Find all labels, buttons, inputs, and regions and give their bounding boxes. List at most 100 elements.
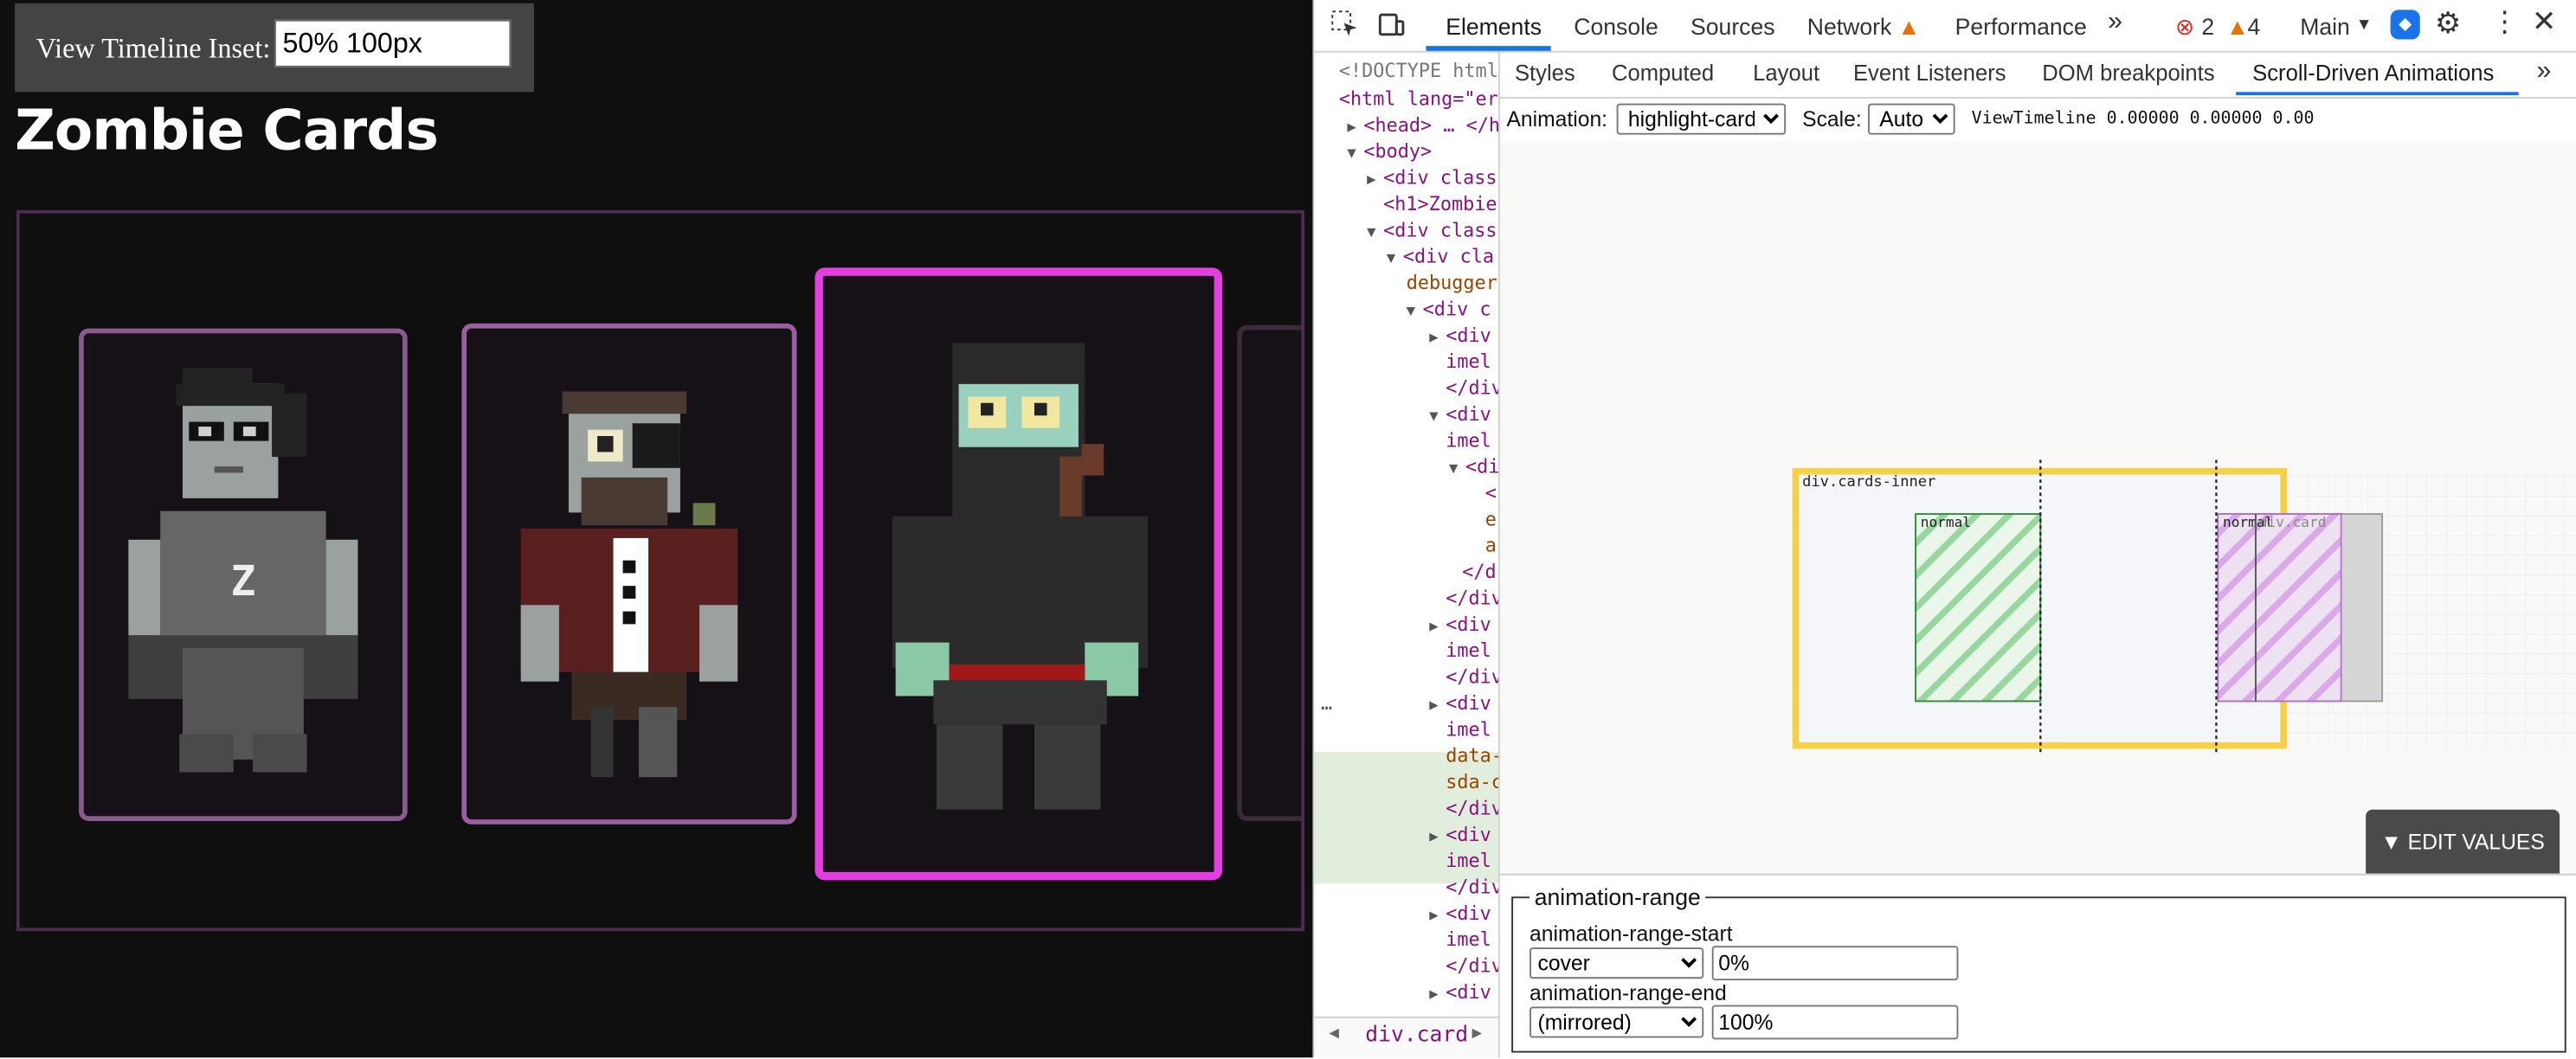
- dom-line[interactable]: sda-c: [1446, 768, 1498, 794]
- tab-performance[interactable]: Performance: [1955, 13, 2087, 39]
- animation-range-legend: animation-range: [1530, 883, 1706, 910]
- dom-line[interactable]: ▶ <div: [1429, 979, 1491, 1004]
- dom-line[interactable]: </d: [1462, 558, 1496, 584]
- more-tabs-button[interactable]: »: [2108, 8, 2122, 37]
- dom-line-selected[interactable]: ▶ <div: [1429, 690, 1491, 716]
- animation-toolbar: Animation: highlight-card Scale: Auto Vi…: [1500, 99, 2576, 141]
- warning-count: 4: [2247, 13, 2261, 40]
- dom-line[interactable]: imel: [1446, 847, 1491, 873]
- inspect-element-icon[interactable]: [1330, 10, 1360, 44]
- zombie-card[interactable]: Z: [79, 328, 408, 822]
- error-count: 2: [2201, 13, 2215, 40]
- breadcrumb-item[interactable]: div.card: [1365, 1023, 1468, 1047]
- dom-line[interactable]: data-: [1446, 742, 1500, 768]
- zombie-card[interactable]: [461, 323, 797, 825]
- dom-line[interactable]: <h1>Zombie: [1383, 190, 1497, 216]
- dom-line[interactable]: ▼ <div class: [1367, 217, 1497, 243]
- range-end-offset-input[interactable]: [1711, 1004, 1959, 1040]
- dom-attr: debugger: [1406, 271, 1497, 294]
- active-subtab-indicator: [2236, 92, 2519, 96]
- range-start-offset-input[interactable]: [1711, 946, 1959, 981]
- sidebar-tabs: Styles Computed Layout Event Listeners D…: [1499, 51, 2576, 99]
- dom-line[interactable]: </div: [1446, 585, 1498, 611]
- dom-line[interactable]: <: [1485, 479, 1497, 505]
- dom-line[interactable]: ▶ <div: [1429, 611, 1491, 637]
- warning-icon[interactable]: ▲: [2226, 13, 2249, 39]
- tab-scroll-driven-animations[interactable]: Scroll-Driven Animations: [2252, 61, 2494, 85]
- inset-input[interactable]: [274, 19, 512, 67]
- dom-line[interactable]: imel: [1446, 637, 1491, 663]
- breadcrumb-scroll-right-icon[interactable]: ▶: [1472, 1024, 1482, 1043]
- error-icon[interactable]: ⊗: [2175, 13, 2194, 41]
- ai-assistance-icon[interactable]: [2389, 8, 2422, 46]
- dom-tag: </d: [1462, 560, 1497, 583]
- range-start-name-select[interactable]: cover: [1530, 947, 1704, 979]
- dom-line[interactable]: <html lang="er: [1339, 86, 1498, 112]
- dom-line[interactable]: </div: [1446, 375, 1498, 401]
- dom-attr: data-: [1446, 743, 1500, 767]
- dom-line[interactable]: a: [1485, 532, 1497, 558]
- dom-line[interactable]: ▶ <head> … </h: [1347, 112, 1500, 138]
- zombie-card[interactable]: [1237, 324, 1302, 822]
- dom-line[interactable]: imel: [1446, 926, 1491, 952]
- dom-line[interactable]: ▼ <di: [1449, 453, 1498, 479]
- dom-line[interactable]: imel: [1446, 427, 1491, 452]
- close-icon[interactable]: ✕: [2532, 5, 2557, 40]
- node-actions-ellipsis[interactable]: …: [1321, 690, 1332, 716]
- dom-line[interactable]: debugger: [1407, 269, 1497, 295]
- dom-line[interactable]: </div: [1446, 795, 1500, 821]
- settings-gear-icon[interactable]: ⚙: [2435, 7, 2462, 42]
- dom-line[interactable]: ▼ <body>: [1347, 138, 1432, 164]
- dom-line[interactable]: ▼ <div cla: [1387, 243, 1494, 269]
- tab-computed[interactable]: Computed: [1612, 61, 1714, 85]
- main-target-select[interactable]: Main: [2300, 13, 2350, 39]
- range-start-box: [1915, 513, 2042, 703]
- tab-styles[interactable]: Styles: [1515, 61, 1575, 85]
- dom-line[interactable]: ▼ <div: [1429, 401, 1491, 427]
- dom-line[interactable]: imel: [1446, 716, 1491, 742]
- dom-tag: </div: [1446, 953, 1500, 978]
- chevron-down-icon: ▼: [2355, 16, 2373, 35]
- tab-event-listeners[interactable]: Event Listeners: [1853, 61, 2006, 85]
- tab-sources[interactable]: Sources: [1690, 13, 1774, 39]
- tab-layout[interactable]: Layout: [1753, 61, 1819, 85]
- tab-console[interactable]: Console: [1574, 13, 1658, 39]
- scale-label: Scale:: [1802, 106, 1862, 132]
- animation-label: Animation:: [1506, 106, 1608, 132]
- dom-line[interactable]: ▶ <div: [1429, 900, 1491, 926]
- range-end-name-select[interactable]: (mirrored): [1530, 1006, 1704, 1038]
- dom-line[interactable]: <!DOCTYPE html: [1339, 57, 1498, 83]
- dom-line[interactable]: imel: [1446, 348, 1491, 374]
- animation-select[interactable]: highlight-card: [1616, 103, 1787, 135]
- more-subtabs-button[interactable]: »: [2537, 57, 2552, 87]
- inset-control: View Timeline Inset:: [15, 3, 534, 93]
- scale-select[interactable]: Auto: [1868, 103, 1955, 135]
- dom-line[interactable]: </div: [1446, 664, 1498, 690]
- zombie-ninja-illustration: [892, 343, 1149, 810]
- dom-tag: imel: [1446, 849, 1491, 872]
- dom-line[interactable]: </div: [1446, 874, 1498, 900]
- dom-tag: <div: [1446, 902, 1491, 925]
- dom-tag: imel: [1446, 639, 1491, 662]
- dom-line[interactable]: e: [1485, 506, 1497, 532]
- dom-line[interactable]: ▶ <div: [1429, 821, 1491, 847]
- dom-tag: <div c: [1422, 297, 1491, 321]
- cards-scroller[interactable]: Z: [16, 209, 1305, 932]
- zombie-card-highlighted[interactable]: [815, 267, 1223, 881]
- dom-line[interactable]: ▶ <div: [1429, 322, 1491, 348]
- tab-dom-breakpoints[interactable]: DOM breakpoints: [2042, 61, 2214, 85]
- dom-tag: </div: [1446, 796, 1500, 820]
- dom-tag: <head> … </h: [1363, 112, 1500, 137]
- dom-line[interactable]: ▶ <div class: [1367, 164, 1497, 190]
- elements-tree[interactable]: <!DOCTYPE html <html lang="er ▶ <head> … …: [1314, 50, 1500, 1058]
- zombie-eyepatch-illustration: [520, 391, 738, 778]
- edit-values-button[interactable]: ▼ EDIT VALUES: [2366, 809, 2560, 874]
- breadcrumb-scroll-left-icon[interactable]: ◀: [1329, 1024, 1338, 1043]
- device-toolbar-icon[interactable]: [1377, 10, 1407, 44]
- dom-line[interactable]: </div: [1446, 953, 1500, 979]
- tab-network[interactable]: Network: [1807, 13, 1891, 39]
- kebab-menu-icon[interactable]: ⋮: [2490, 7, 2518, 40]
- dom-line[interactable]: ▼ <div c: [1407, 296, 1491, 322]
- dom-tag: imel: [1446, 350, 1491, 373]
- tab-elements[interactable]: Elements: [1446, 13, 1542, 39]
